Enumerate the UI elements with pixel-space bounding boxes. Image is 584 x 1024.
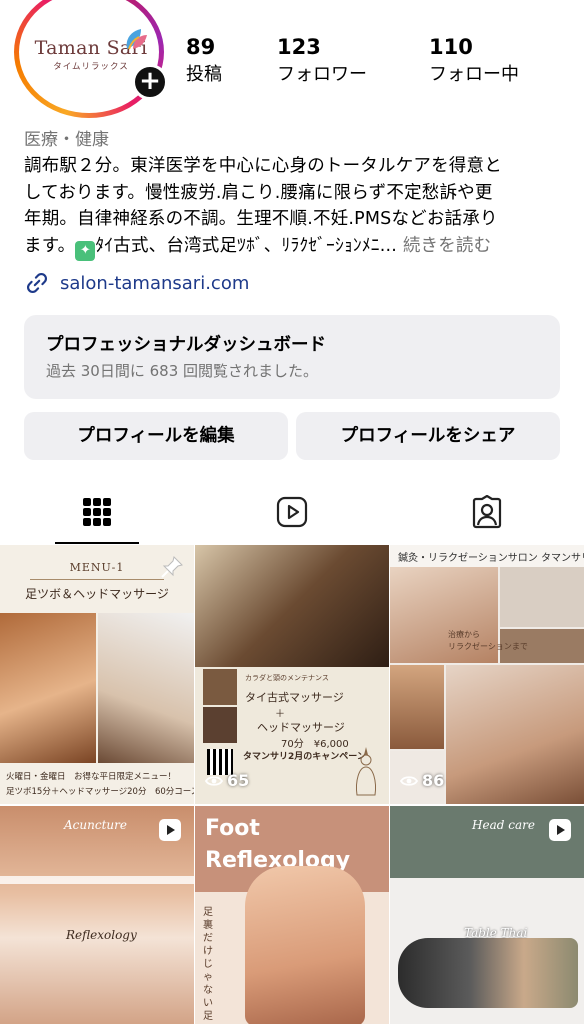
post-label: Reflexology	[66, 928, 137, 942]
stat-posts[interactable]: 89 投稿	[186, 34, 222, 88]
post-header: 鍼灸・リラクゼーションサロン タマンサリ	[390, 545, 584, 567]
bio-line: しております。慢性疲労.肩こり.腰痛に限らず不定愁訴や更	[24, 182, 493, 203]
caption-part: 60分コース ¥5,000	[154, 787, 194, 797]
stat-following[interactable]: 110 フォロー中	[429, 34, 519, 88]
post-thumbnail	[203, 669, 237, 705]
following-count: 110	[429, 35, 473, 59]
bio-line: 年期。自律神経系の不調。生理不順.不妊.PMSなどお話承り	[24, 209, 498, 229]
thai-massage-photo	[195, 545, 389, 667]
tab-reels[interactable]	[195, 480, 389, 544]
bio-line: ます。 ✦ ﾀｲ古式、台湾式足ﾂﾎﾞ、ﾘﾗｸｾﾞｰｼｮﾝﾒﾆ... 続きを読む	[24, 233, 560, 261]
leaf-logo-icon	[126, 29, 147, 50]
view-count: 65	[205, 771, 249, 790]
grid-icon	[83, 498, 111, 526]
foot-photo	[245, 866, 365, 1024]
following-label: フォロー中	[429, 64, 519, 85]
post-campaign: タマンサリ2月のキャンペーン	[243, 752, 366, 762]
pin-icon	[161, 556, 183, 578]
post-caption: 足ツボ15分＋ヘッドマッサージ20分 60分コース ¥5,000	[6, 785, 194, 797]
tagged-icon	[472, 495, 502, 529]
post-tile[interactable]: カラダと頭のメンテナンス タイ古式マッサージ ＋ ヘッドマッサージ 70分 ¥6…	[195, 545, 389, 804]
share-profile-button[interactable]: プロフィールをシェア	[296, 412, 560, 460]
stat-followers[interactable]: 123 フォロワー	[277, 34, 367, 88]
profile-category: 医療・健康	[24, 130, 109, 150]
post-tile[interactable]: Head care Table Thai	[390, 806, 584, 1024]
posts-label: 投稿	[186, 64, 222, 85]
post-label: Head care	[472, 818, 535, 832]
vertical-caption: 足裏だけじゃない足の	[203, 907, 213, 1022]
bio-last-tail: ﾀｲ古式、台湾式足ﾂﾎﾞ、ﾘﾗｸｾﾞｰｼｮﾝﾒﾆ...	[95, 235, 398, 256]
post-small-text: カラダと頭のメンテナンス	[245, 674, 329, 682]
posts-count: 89	[186, 35, 216, 59]
post-tile[interactable]: MENU-1 足ツボ＆ヘッドマッサージ 火曜日・金曜日 お得な平日限定メニュー！…	[0, 545, 194, 804]
website-url[interactable]: salon-tamansari.com	[60, 273, 249, 294]
collage-photo	[390, 665, 444, 749]
collage-photo	[500, 567, 584, 627]
post-tile[interactable]: Foot Reflexology 足裏だけじゃない足の	[195, 806, 389, 1024]
post-price: 70分 ¥6,000	[281, 739, 349, 750]
view-count-value: 86	[422, 771, 445, 790]
link-icon	[27, 273, 47, 293]
profile-tabs	[0, 480, 584, 544]
post-caption: 火曜日・金曜日 お得な平日限定メニュー！	[6, 772, 177, 782]
followers-label: フォロワー	[277, 64, 367, 85]
post-text: ヘッドマッサージ	[257, 721, 345, 734]
salon-logo: Taman Sari タイムリラックス	[31, 29, 151, 72]
caption-part: 足ツボ15分＋ヘッドマッサージ20分	[6, 787, 147, 797]
reel-badge-icon	[549, 819, 571, 841]
bio-line: 調布駅２分。東洋医学を中心に心身のトータルケアを得意と	[24, 156, 502, 176]
sparkle-icon: ✦	[75, 240, 96, 261]
post-title: Foot	[205, 816, 260, 841]
eye-icon	[400, 775, 418, 786]
head-massage-photo	[98, 613, 194, 763]
post-text: 治療から	[448, 630, 480, 639]
followers-count: 123	[277, 35, 321, 59]
bio-last-start: ます。	[24, 235, 76, 256]
post-label: Table Thai	[464, 926, 528, 940]
foot-massage-photo	[0, 613, 96, 763]
view-count: 86	[400, 771, 444, 790]
tab-posts[interactable]	[0, 480, 194, 544]
edit-profile-button[interactable]: プロフィールを編集	[24, 412, 288, 460]
post-tile[interactable]: Acuncture Reflexology	[0, 806, 194, 1024]
profile-avatar[interactable]: Taman Sari タイムリラックス +	[14, 0, 168, 118]
table-thai-photo	[398, 938, 578, 1008]
logo-subtext: タイムリラックス	[53, 62, 129, 72]
post-text: ＋	[275, 709, 285, 720]
active-tab-indicator	[55, 542, 139, 544]
view-count-value: 65	[227, 771, 250, 790]
divider	[0, 876, 194, 884]
add-story-button[interactable]: +	[132, 64, 168, 100]
post-title: 足ツボ＆ヘッドマッサージ	[25, 587, 169, 601]
website-link[interactable]: salon-tamansari.com	[24, 270, 249, 296]
post-tile[interactable]: 鍼灸・リラクゼーションサロン タマンサリ 治療から リラクゼーションまで 86	[390, 545, 584, 804]
post-thumbnail	[203, 707, 237, 743]
reel-badge-icon	[159, 819, 181, 841]
dashboard-title: プロフェッショナルダッシュボード	[46, 335, 326, 355]
professional-dashboard[interactable]: プロフェッショナルダッシュボード 過去 30日間に 683 回閲覧されました。	[24, 315, 560, 399]
collage-photo	[446, 665, 584, 804]
buddha-statue-icon	[356, 747, 376, 796]
profile-bio: 調布駅２分。東洋医学を中心に心身のトータルケアを得意と しております。慢性疲労.…	[24, 153, 560, 261]
post-label: Acuncture	[64, 818, 127, 832]
post-text: タイ古式マッサージ	[245, 691, 344, 704]
tab-tagged[interactable]	[390, 480, 584, 544]
reels-icon	[276, 496, 308, 528]
read-more-link[interactable]: 続きを読む	[403, 236, 492, 256]
dashboard-subtitle: 過去 30日間に 683 回閲覧されました。	[46, 362, 319, 380]
divider	[30, 579, 164, 580]
post-text: リラクゼーションまで	[448, 642, 528, 651]
eye-icon	[205, 775, 223, 786]
